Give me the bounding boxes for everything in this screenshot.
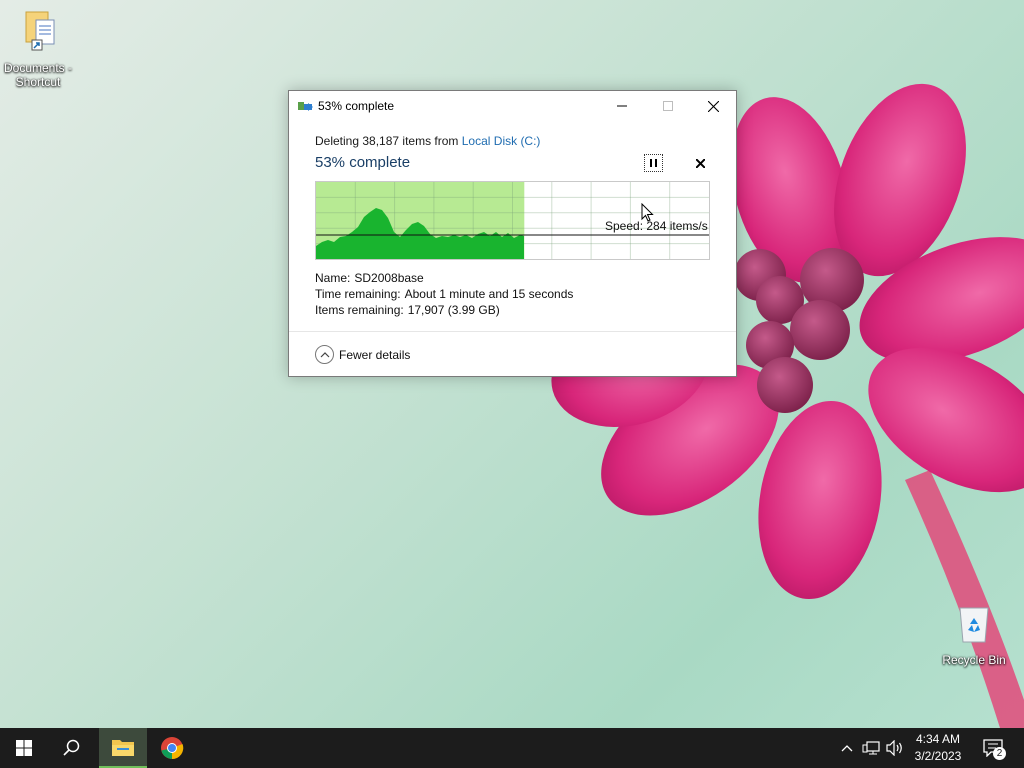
- recycle-bin-icon: [936, 602, 1012, 651]
- network-button[interactable]: [860, 728, 882, 768]
- folder-shortcut-icon: [0, 10, 76, 59]
- detail-value: SD2008base: [354, 271, 424, 285]
- divider: [289, 331, 736, 332]
- title-bar[interactable]: 53% complete: [289, 91, 736, 121]
- clock-date: 3/2/2023: [914, 749, 962, 763]
- clock-time: 4:34 AM: [915, 732, 961, 746]
- minimize-icon: [617, 105, 627, 107]
- network-icon: [862, 741, 880, 755]
- detail-time-remaining: Time remaining: About 1 minute and 15 sec…: [315, 287, 573, 301]
- taskbar: 4:34 AM 3/2/2023: [0, 728, 1024, 768]
- close-button[interactable]: [690, 91, 736, 121]
- detail-name: Name: SD2008base: [315, 271, 424, 285]
- taskbar-file-explorer[interactable]: [99, 728, 147, 768]
- notification-count-badge: 2: [993, 747, 1006, 760]
- chevron-up-icon: [841, 745, 853, 752]
- fewer-details-label: Fewer details: [339, 347, 411, 362]
- speed-readout: Speed: 284 items/s: [605, 219, 708, 233]
- start-button[interactable]: [0, 728, 48, 768]
- start-icon: [16, 740, 32, 756]
- delete-progress-icon: [298, 100, 314, 112]
- maximize-icon: [663, 101, 673, 111]
- delete-progress-dialog: 53% complete Deleting 38,187 items from …: [288, 90, 737, 377]
- detail-key: Time remaining:: [315, 287, 401, 301]
- cancel-button[interactable]: [692, 155, 708, 171]
- detail-items-remaining: Items remaining: 17,907 (3.99 GB): [315, 303, 500, 317]
- progress-heading: 53% complete: [315, 154, 411, 171]
- cancel-icon: [695, 158, 705, 168]
- search-button[interactable]: [48, 728, 96, 768]
- desktop-icon-documents-shortcut[interactable]: Documents - Shortcut: [0, 10, 76, 89]
- pause-icon: [650, 159, 657, 167]
- taskbar-clock[interactable]: 4:34 AM 3/2/2023: [906, 731, 970, 765]
- show-hidden-icons-button[interactable]: [838, 728, 856, 768]
- minimize-button[interactable]: [599, 91, 645, 121]
- detail-key: Items remaining:: [315, 303, 404, 317]
- speaker-icon: [886, 740, 902, 756]
- window-title: 53% complete: [318, 99, 395, 113]
- mouse-cursor-icon: [641, 203, 654, 222]
- file-explorer-icon: [112, 740, 134, 756]
- operation-description: Deleting 38,187 items from Local Disk (C…: [315, 134, 540, 148]
- desktop-icon-label: Documents -: [3, 61, 73, 75]
- chrome-icon: [161, 737, 184, 760]
- pause-button[interactable]: [644, 154, 663, 172]
- fewer-details-toggle[interactable]: Fewer details: [315, 345, 410, 364]
- detail-key: Name:: [315, 271, 351, 285]
- chevron-up-icon: [315, 345, 334, 364]
- operation-prefix: Deleting 38,187 items from: [315, 134, 462, 148]
- detail-value: About 1 minute and 15 seconds: [404, 287, 574, 301]
- desktop-icon-recycle-bin[interactable]: Recycle Bin: [936, 602, 1012, 667]
- maximize-button[interactable]: [645, 91, 691, 121]
- source-drive-link[interactable]: Local Disk (C:): [462, 134, 541, 148]
- detail-value: 17,907 (3.99 GB): [407, 303, 500, 317]
- desktop-icon-label: Shortcut: [15, 75, 61, 89]
- search-icon: [63, 739, 80, 756]
- taskbar-chrome[interactable]: [148, 728, 196, 768]
- close-icon: [707, 100, 719, 112]
- desktop-icon-label: Recycle Bin: [942, 653, 1006, 667]
- volume-button[interactable]: [884, 728, 906, 768]
